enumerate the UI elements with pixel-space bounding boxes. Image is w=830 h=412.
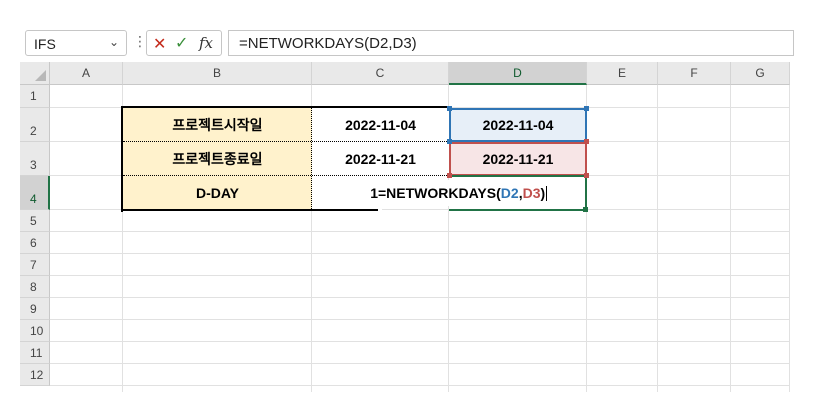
table-border	[121, 106, 123, 212]
formula-ref-d2: D2	[500, 185, 519, 201]
formula-buttons: ✕ ✓ fx	[146, 30, 222, 56]
formula-suffix: )	[540, 185, 546, 201]
column-header-a[interactable]: A	[50, 62, 123, 85]
range-handle-d3[interactable]	[584, 139, 589, 144]
row-header-1[interactable]: 1	[20, 85, 50, 108]
active-cell-border	[585, 175, 587, 211]
table-border	[121, 106, 449, 108]
vertical-dots-icon[interactable]: ⋮	[133, 33, 147, 50]
formula-text: =NETWORKDAYS(D2,D3)	[239, 35, 417, 52]
row-header-6[interactable]: 6	[20, 232, 50, 254]
cell-d3-referenced[interactable]: 2022-11-21	[449, 142, 587, 176]
row-header-5[interactable]: 5	[20, 210, 50, 232]
grid-line	[50, 231, 790, 232]
column-header-e[interactable]: E	[587, 62, 658, 85]
row-header-11[interactable]: 11	[20, 342, 50, 364]
row-header-10[interactable]: 10	[20, 320, 50, 342]
cell-b3[interactable]: 프로젝트종료일	[123, 142, 312, 176]
name-box-value: IFS	[34, 36, 56, 52]
grid-line	[50, 275, 790, 276]
name-box[interactable]: IFS ⌄	[25, 30, 127, 56]
formula-prefix: =NETWORKDAYS(	[378, 185, 501, 201]
row-header-4[interactable]: 4	[20, 176, 50, 210]
cell-b4[interactable]: D-DAY	[123, 176, 312, 210]
close-icon[interactable]: ✕	[153, 34, 166, 54]
formula-input[interactable]: =NETWORKDAYS(D2,D3)	[228, 30, 794, 56]
cell-c2[interactable]: 2022-11-04	[312, 108, 449, 142]
active-cell-border	[449, 175, 587, 177]
insert-function-button[interactable]: fx	[199, 34, 213, 52]
range-handle-d2[interactable]	[447, 106, 452, 111]
select-all-triangle-icon	[35, 70, 46, 81]
column-header-d[interactable]: D	[449, 62, 587, 85]
column-header-f[interactable]: F	[658, 62, 731, 85]
active-cell-border	[449, 209, 587, 211]
grid-line	[50, 297, 790, 298]
column-header-b[interactable]: B	[123, 62, 312, 85]
select-all-button[interactable]	[20, 62, 50, 85]
row-header-8[interactable]: 8	[20, 276, 50, 298]
column-header-g[interactable]: G	[731, 62, 790, 85]
row-header-2[interactable]: 2	[20, 108, 50, 142]
formula-bar: IFS ⌄ ⋮ ✕ ✓ fx =NETWORKDAYS(D2,D3)	[0, 0, 830, 62]
range-handle-d3[interactable]	[584, 173, 589, 178]
text-caret	[546, 186, 548, 201]
fill-handle[interactable]	[583, 207, 588, 212]
grid-line	[50, 319, 790, 320]
row-header-7[interactable]: 7	[20, 254, 50, 276]
column-header-c[interactable]: C	[312, 62, 449, 85]
grid-line	[50, 363, 790, 364]
table-border	[311, 108, 312, 209]
grid-line	[657, 85, 658, 392]
grid-line	[50, 341, 790, 342]
table-border	[123, 141, 449, 142]
chevron-down-icon[interactable]: ⌄	[109, 35, 119, 49]
formula-ref-d3: D3	[522, 185, 541, 201]
grid-line	[50, 385, 790, 386]
cell-c3[interactable]: 2022-11-21	[312, 142, 449, 176]
grid-line	[50, 253, 790, 254]
range-handle-d2[interactable]	[447, 139, 452, 144]
table-border	[123, 175, 449, 176]
table-border	[121, 209, 378, 211]
cell-b2[interactable]: 프로젝트시작일	[123, 108, 312, 142]
checkmark-icon[interactable]: ✓	[175, 33, 188, 53]
range-handle-d3[interactable]	[447, 173, 452, 178]
grid-line	[789, 85, 790, 392]
row-header-3[interactable]: 3	[20, 142, 50, 176]
row-header-9[interactable]: 9	[20, 298, 50, 320]
range-handle-d2[interactable]	[584, 106, 589, 111]
row-header-12[interactable]: 12	[20, 364, 50, 386]
grid-line	[730, 85, 731, 392]
cell-c4[interactable]: 1	[312, 176, 382, 210]
cell-d2-referenced[interactable]: 2022-11-04	[449, 108, 587, 142]
cell-d4-formula-editor[interactable]: =NETWORKDAYS(D2,D3)	[378, 180, 586, 206]
